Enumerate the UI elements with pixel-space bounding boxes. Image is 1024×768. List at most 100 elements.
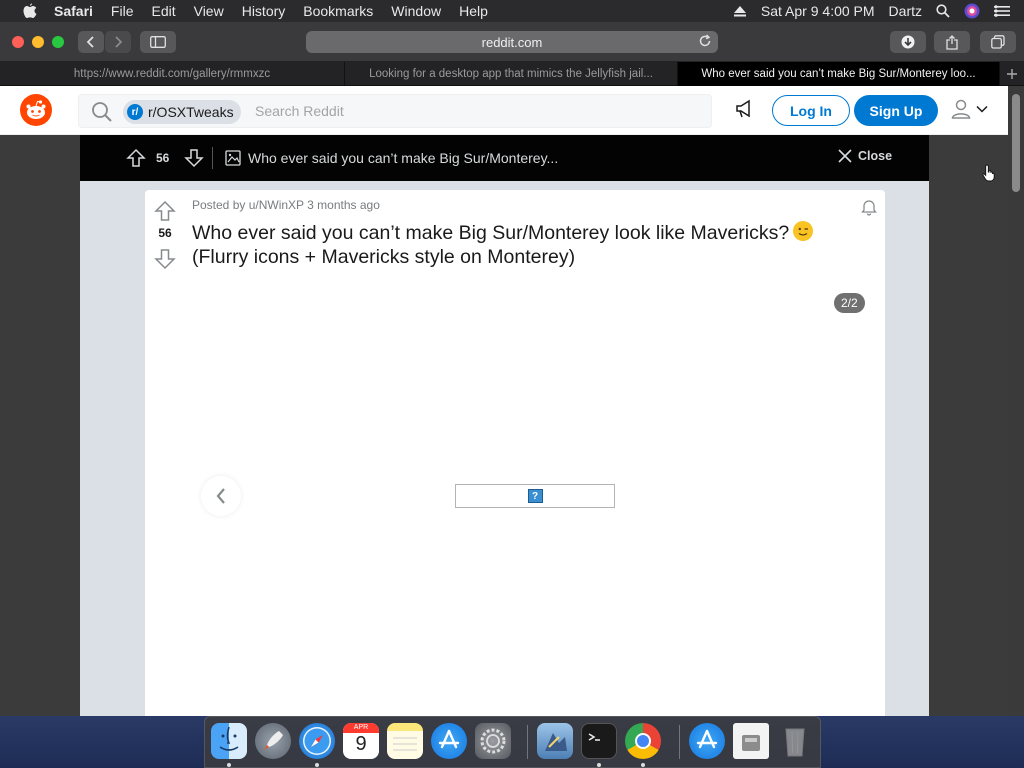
running-indicator bbox=[227, 763, 231, 767]
back-button[interactable] bbox=[78, 31, 104, 53]
launchpad-icon[interactable] bbox=[255, 723, 291, 759]
notification-bell-icon[interactable] bbox=[860, 198, 878, 216]
tab-reddit-gallery[interactable]: https://www.reddit.com/gallery/rmmxzc bbox=[0, 62, 345, 86]
disk-image-icon[interactable] bbox=[733, 723, 769, 759]
upvote-arrow-icon[interactable] bbox=[126, 148, 146, 168]
notes-icon[interactable] bbox=[387, 723, 423, 759]
reddit-snoo-icon bbox=[26, 100, 46, 119]
tab-overview-icon bbox=[991, 35, 1005, 49]
gallery-previous-button[interactable] bbox=[201, 476, 241, 516]
tab-current-post[interactable]: Who ever said you can’t make Big Sur/Mon… bbox=[678, 62, 1000, 86]
menu-history[interactable]: History bbox=[242, 3, 286, 19]
search-icon bbox=[92, 102, 112, 122]
safari-icon[interactable] bbox=[299, 723, 335, 759]
close-label: Close bbox=[858, 149, 893, 163]
sidebar-icon bbox=[150, 36, 166, 48]
chevron-right-icon bbox=[115, 36, 123, 48]
tab-bar: https://www.reddit.com/gallery/rmmxzc Lo… bbox=[0, 62, 1024, 86]
plus-icon bbox=[1007, 68, 1017, 79]
preview-icon[interactable] bbox=[537, 723, 573, 759]
share-icon bbox=[946, 34, 958, 50]
tab-jellyfish-app[interactable]: Looking for a desktop app that mimics th… bbox=[345, 62, 678, 86]
menu-window[interactable]: Window bbox=[391, 3, 441, 19]
close-post-button[interactable]: Close bbox=[838, 149, 892, 163]
downloads-button[interactable] bbox=[890, 31, 926, 53]
menu-safari[interactable]: Safari bbox=[54, 3, 93, 19]
new-tab-button[interactable] bbox=[1000, 62, 1024, 85]
chrome-icon[interactable] bbox=[625, 723, 661, 759]
close-window-button[interactable] bbox=[12, 36, 24, 48]
user-icon bbox=[951, 99, 971, 119]
dock-divider bbox=[679, 725, 680, 759]
terminal-icon[interactable] bbox=[581, 723, 617, 759]
system-preferences-icon[interactable] bbox=[475, 723, 511, 759]
dock-divider bbox=[527, 725, 528, 759]
community-icon: r/ bbox=[127, 104, 143, 120]
user-name[interactable]: Dartz bbox=[889, 3, 922, 19]
chevron-left-icon bbox=[216, 488, 225, 504]
post-bar-title: Who ever said you can’t make Big Sur/Mon… bbox=[248, 150, 559, 166]
forward-button[interactable] bbox=[105, 31, 131, 53]
app-store-icon[interactable] bbox=[431, 723, 467, 759]
community-filter-chip[interactable]: r/ r/OSXTweaks bbox=[123, 100, 241, 124]
running-indicator bbox=[315, 763, 319, 767]
apple-logo-icon[interactable] bbox=[20, 3, 40, 19]
running-indicator bbox=[641, 763, 645, 767]
scrollbar-thumb[interactable] bbox=[1012, 94, 1020, 192]
reddit-logo[interactable] bbox=[20, 94, 52, 126]
sign-up-button[interactable]: Sign Up bbox=[854, 95, 938, 126]
post-title-text: Who ever said you can’t make Big Sur/Mon… bbox=[192, 222, 790, 244]
menu-help[interactable]: Help bbox=[459, 3, 488, 19]
running-indicator bbox=[597, 763, 601, 767]
search-input[interactable]: Search Reddit bbox=[255, 103, 344, 119]
tab-label: Looking for a desktop app that mimics th… bbox=[369, 68, 653, 80]
chevron-left-icon bbox=[86, 36, 94, 48]
address-bar-url: reddit.com bbox=[481, 34, 543, 50]
downvote-arrow-icon[interactable] bbox=[154, 248, 176, 270]
calendar-month: APR bbox=[343, 723, 379, 733]
downvote-arrow-icon[interactable] bbox=[184, 148, 204, 168]
menu-edit[interactable]: Edit bbox=[151, 3, 175, 19]
post-title-line2: (Flurry icons + Mavericks style on Monte… bbox=[192, 246, 576, 268]
finder-icon[interactable] bbox=[211, 723, 247, 759]
gallery-counter: 2/2 bbox=[834, 293, 865, 313]
menu-bookmarks[interactable]: Bookmarks bbox=[303, 3, 373, 19]
broken-image-placeholder: ? bbox=[455, 484, 615, 508]
trash-icon[interactable] bbox=[777, 723, 813, 759]
sidebar-button[interactable] bbox=[140, 31, 176, 53]
chevron-down-icon bbox=[976, 105, 988, 113]
spotlight-search-icon[interactable] bbox=[936, 4, 950, 18]
community-name: r/OSXTweaks bbox=[148, 104, 234, 120]
menu-bar: Safari File Edit View History Bookmarks … bbox=[0, 0, 1024, 22]
minimize-window-button[interactable] bbox=[32, 36, 44, 48]
siri-icon[interactable] bbox=[964, 3, 980, 19]
post-vote-count: 56 bbox=[158, 226, 172, 240]
divider bbox=[212, 147, 213, 169]
menu-view[interactable]: View bbox=[194, 3, 224, 19]
close-icon bbox=[838, 149, 852, 163]
eject-icon[interactable] bbox=[733, 5, 747, 17]
user-dropdown[interactable] bbox=[950, 98, 988, 120]
app-store-downloads-icon[interactable] bbox=[689, 723, 725, 759]
tab-overview-button[interactable] bbox=[980, 31, 1016, 53]
share-button[interactable] bbox=[934, 31, 970, 53]
clock-datetime[interactable]: Sat Apr 9 4:00 PM bbox=[761, 3, 875, 19]
tab-label: Who ever said you can’t make Big Sur/Mon… bbox=[701, 68, 976, 80]
hand-pointer-cursor-icon bbox=[982, 164, 995, 182]
address-bar[interactable]: reddit.com bbox=[306, 31, 718, 53]
search-bar[interactable]: r/ r/OSXTweaks Search Reddit bbox=[78, 94, 712, 128]
post-meta: Posted by u/NWinXP 3 months ago bbox=[192, 198, 380, 212]
control-center-icon[interactable] bbox=[994, 5, 1010, 17]
menu-file[interactable]: File bbox=[111, 3, 134, 19]
log-in-button[interactable]: Log In bbox=[772, 95, 850, 126]
post-title: Who ever said you can’t make Big Sur/Mon… bbox=[192, 221, 852, 269]
fullscreen-window-button[interactable] bbox=[52, 36, 64, 48]
winking-face-emoji-icon bbox=[793, 221, 814, 241]
advertise-megaphone-icon[interactable] bbox=[734, 98, 756, 120]
image-post-icon bbox=[225, 150, 241, 166]
dock: APR 9 bbox=[204, 716, 821, 768]
calendar-icon[interactable]: APR 9 bbox=[343, 723, 379, 759]
upvote-arrow-icon[interactable] bbox=[154, 200, 176, 222]
reload-icon[interactable] bbox=[698, 34, 712, 48]
vote-count: 56 bbox=[156, 151, 170, 165]
